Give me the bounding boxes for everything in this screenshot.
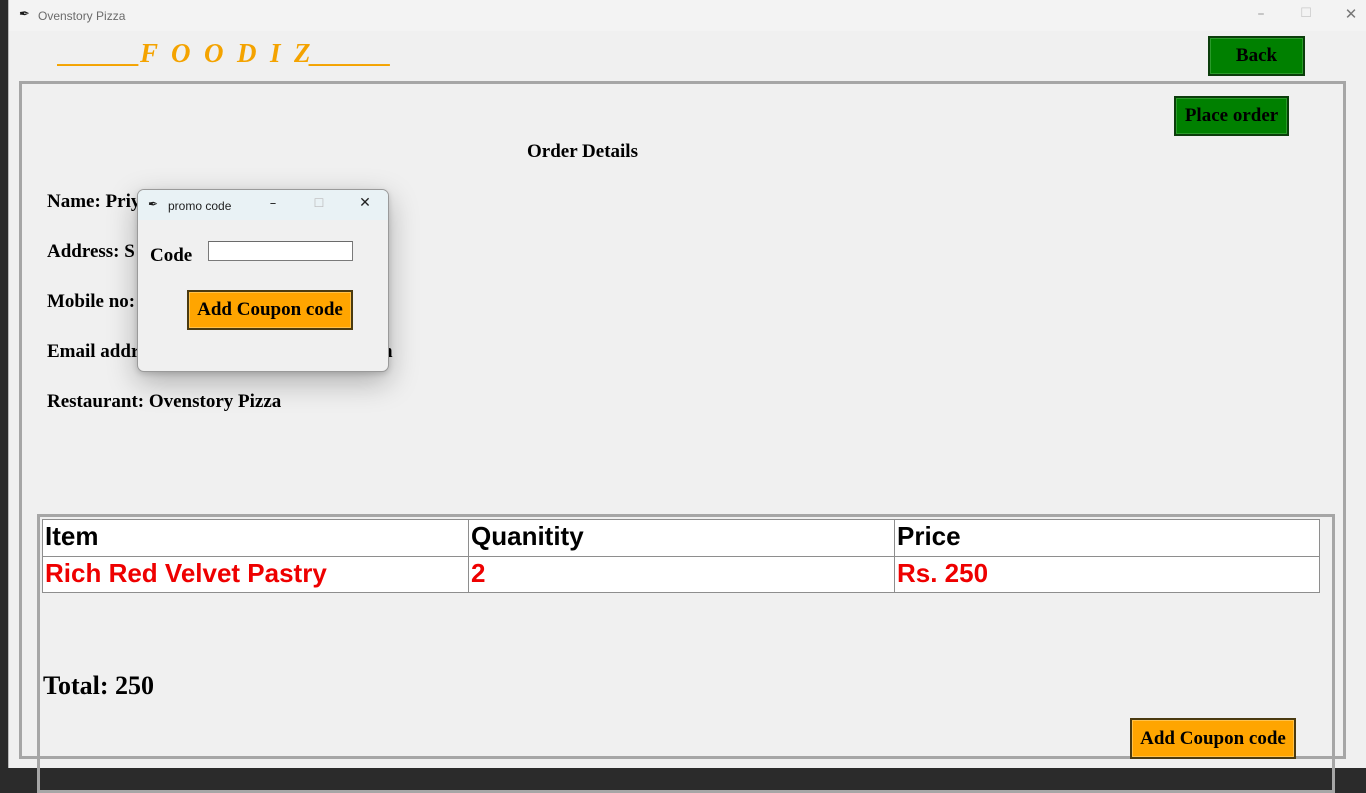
- column-header-price: Price: [894, 519, 1320, 557]
- order-panel: Place order Order Details Name: Priy Add…: [19, 81, 1346, 793]
- dialog-maximize-button[interactable]: ☐: [296, 196, 342, 210]
- dialog-close-button[interactable]: ✕: [342, 195, 388, 211]
- main-window: ✒ Ovenstory Pizza – ☐ ✕ ______F O O D I …: [8, 0, 1366, 793]
- brand-logo-text: ______F O O D I Z______: [59, 38, 392, 68]
- column-header-quantity: Quanitity: [468, 519, 895, 557]
- table-cell-price: Rs. 250: [894, 556, 1320, 593]
- dialog-minimize-button[interactable]: –: [250, 196, 296, 211]
- promo-code-dialog: ✒ promo code – ☐ ✕ Code Add Coupon code: [137, 189, 389, 372]
- email-label: Email addr: [47, 341, 140, 362]
- table-cell-item: Rich Red Velvet Pastry: [42, 556, 469, 593]
- place-order-button[interactable]: Place order: [1174, 96, 1289, 136]
- order-details-title: Order Details: [527, 141, 638, 162]
- dialog-title-bar[interactable]: ✒ promo code – ☐ ✕: [138, 190, 388, 220]
- feather-icon: ✒: [148, 197, 159, 211]
- back-button[interactable]: Back: [1208, 36, 1305, 76]
- title-bar[interactable]: ✒ Ovenstory Pizza – ☐ ✕: [9, 0, 1366, 31]
- dialog-title: promo code: [168, 199, 232, 213]
- column-header-item: Item: [42, 519, 469, 557]
- address-label: Address: S: [47, 241, 135, 262]
- mobile-label: Mobile no:: [47, 291, 136, 312]
- add-coupon-button[interactable]: Add Coupon code: [1130, 718, 1296, 759]
- window-title: Ovenstory Pizza: [38, 9, 126, 23]
- restaurant-label: Restaurant: Ovenstory Pizza: [47, 391, 282, 412]
- customer-name-label: Name: Priy: [47, 191, 141, 212]
- order-items-table: Item Quanitity Price Rich Red Velvet Pas…: [37, 514, 1335, 793]
- maximize-button[interactable]: ☐: [1283, 6, 1329, 21]
- dialog-add-coupon-button[interactable]: Add Coupon code: [187, 290, 353, 330]
- table-cell-quantity: 2: [468, 556, 895, 593]
- feather-icon: ✒: [19, 7, 30, 22]
- close-button[interactable]: ✕: [1328, 5, 1366, 23]
- order-total: Total: 250: [43, 671, 154, 700]
- minimize-button[interactable]: –: [1238, 6, 1284, 22]
- code-label: Code: [150, 245, 193, 266]
- code-input[interactable]: [208, 241, 353, 261]
